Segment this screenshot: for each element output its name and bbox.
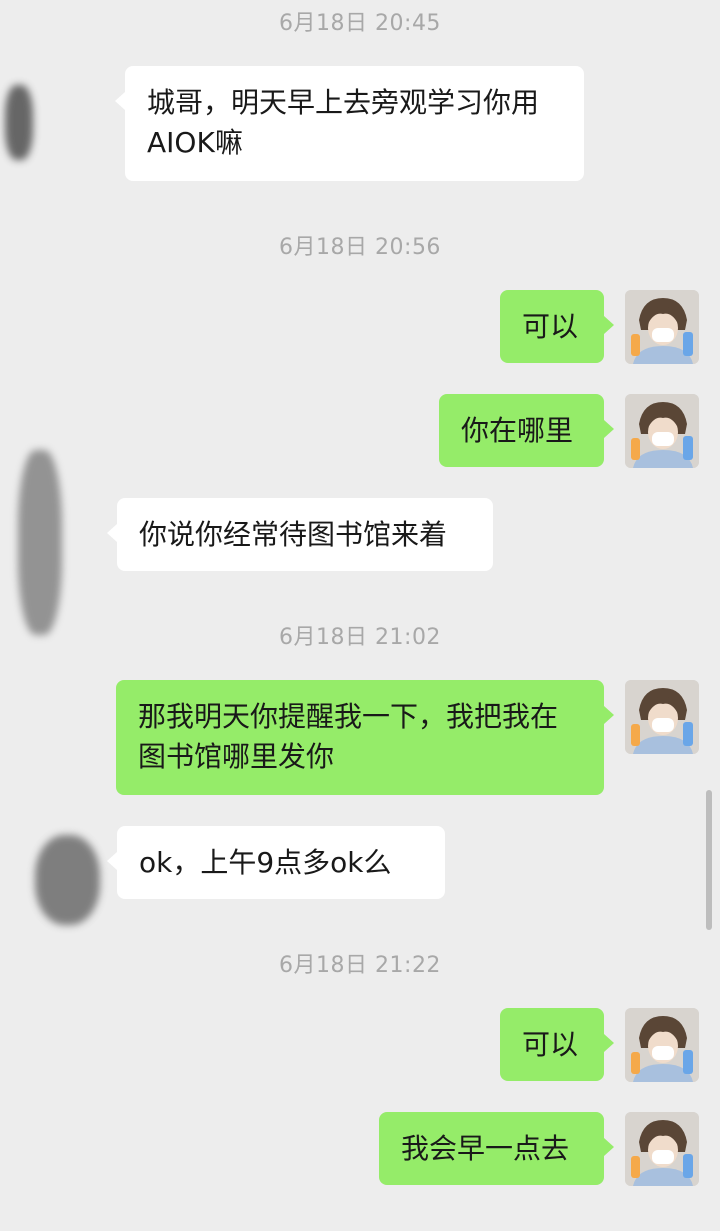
- user-avatar-icon: [625, 394, 699, 468]
- timestamp: 6月18日 21:02: [279, 625, 441, 650]
- user-avatar-icon: [625, 680, 699, 754]
- user-avatar-icon: [625, 1008, 699, 1082]
- contact-avatar[interactable]: [18, 450, 62, 635]
- message-bubble-incoming[interactable]: ok，上午9点多ok么: [107, 826, 445, 899]
- scrollbar[interactable]: [706, 790, 712, 930]
- user-avatar[interactable]: [625, 1008, 699, 1082]
- timestamp: 6月18日 20:56: [279, 235, 441, 260]
- message-bubble-outgoing[interactable]: 那我明天你提醒我一下，我把我在 图书馆哪里发你: [116, 680, 614, 795]
- chat-window: 6月18日 20:45 城哥，明天早上去旁观学习你用 AIOK嘛 6月18日 2…: [0, 0, 720, 1231]
- message-bubble-outgoing[interactable]: 你在哪里: [439, 394, 614, 467]
- timestamp: 6月18日 21:22: [279, 953, 441, 978]
- user-avatar[interactable]: [625, 680, 699, 754]
- message-bubble-outgoing[interactable]: 可以: [500, 1008, 614, 1081]
- timestamp: 6月18日 20:45: [279, 11, 441, 36]
- user-avatar-icon: [625, 290, 699, 364]
- user-avatar-icon: [625, 1112, 699, 1186]
- message-bubble-incoming[interactable]: 城哥，明天早上去旁观学习你用 AIOK嘛: [115, 66, 584, 181]
- message-bubble-incoming[interactable]: 你说你经常待图书馆来着: [107, 498, 493, 571]
- contact-avatar[interactable]: [5, 85, 33, 160]
- user-avatar[interactable]: [625, 394, 699, 468]
- message-bubble-outgoing[interactable]: 可以: [500, 290, 614, 363]
- user-avatar[interactable]: [625, 290, 699, 364]
- user-avatar[interactable]: [625, 1112, 699, 1186]
- message-bubble-outgoing[interactable]: 我会早一点去: [379, 1112, 614, 1185]
- contact-avatar[interactable]: [35, 835, 100, 925]
